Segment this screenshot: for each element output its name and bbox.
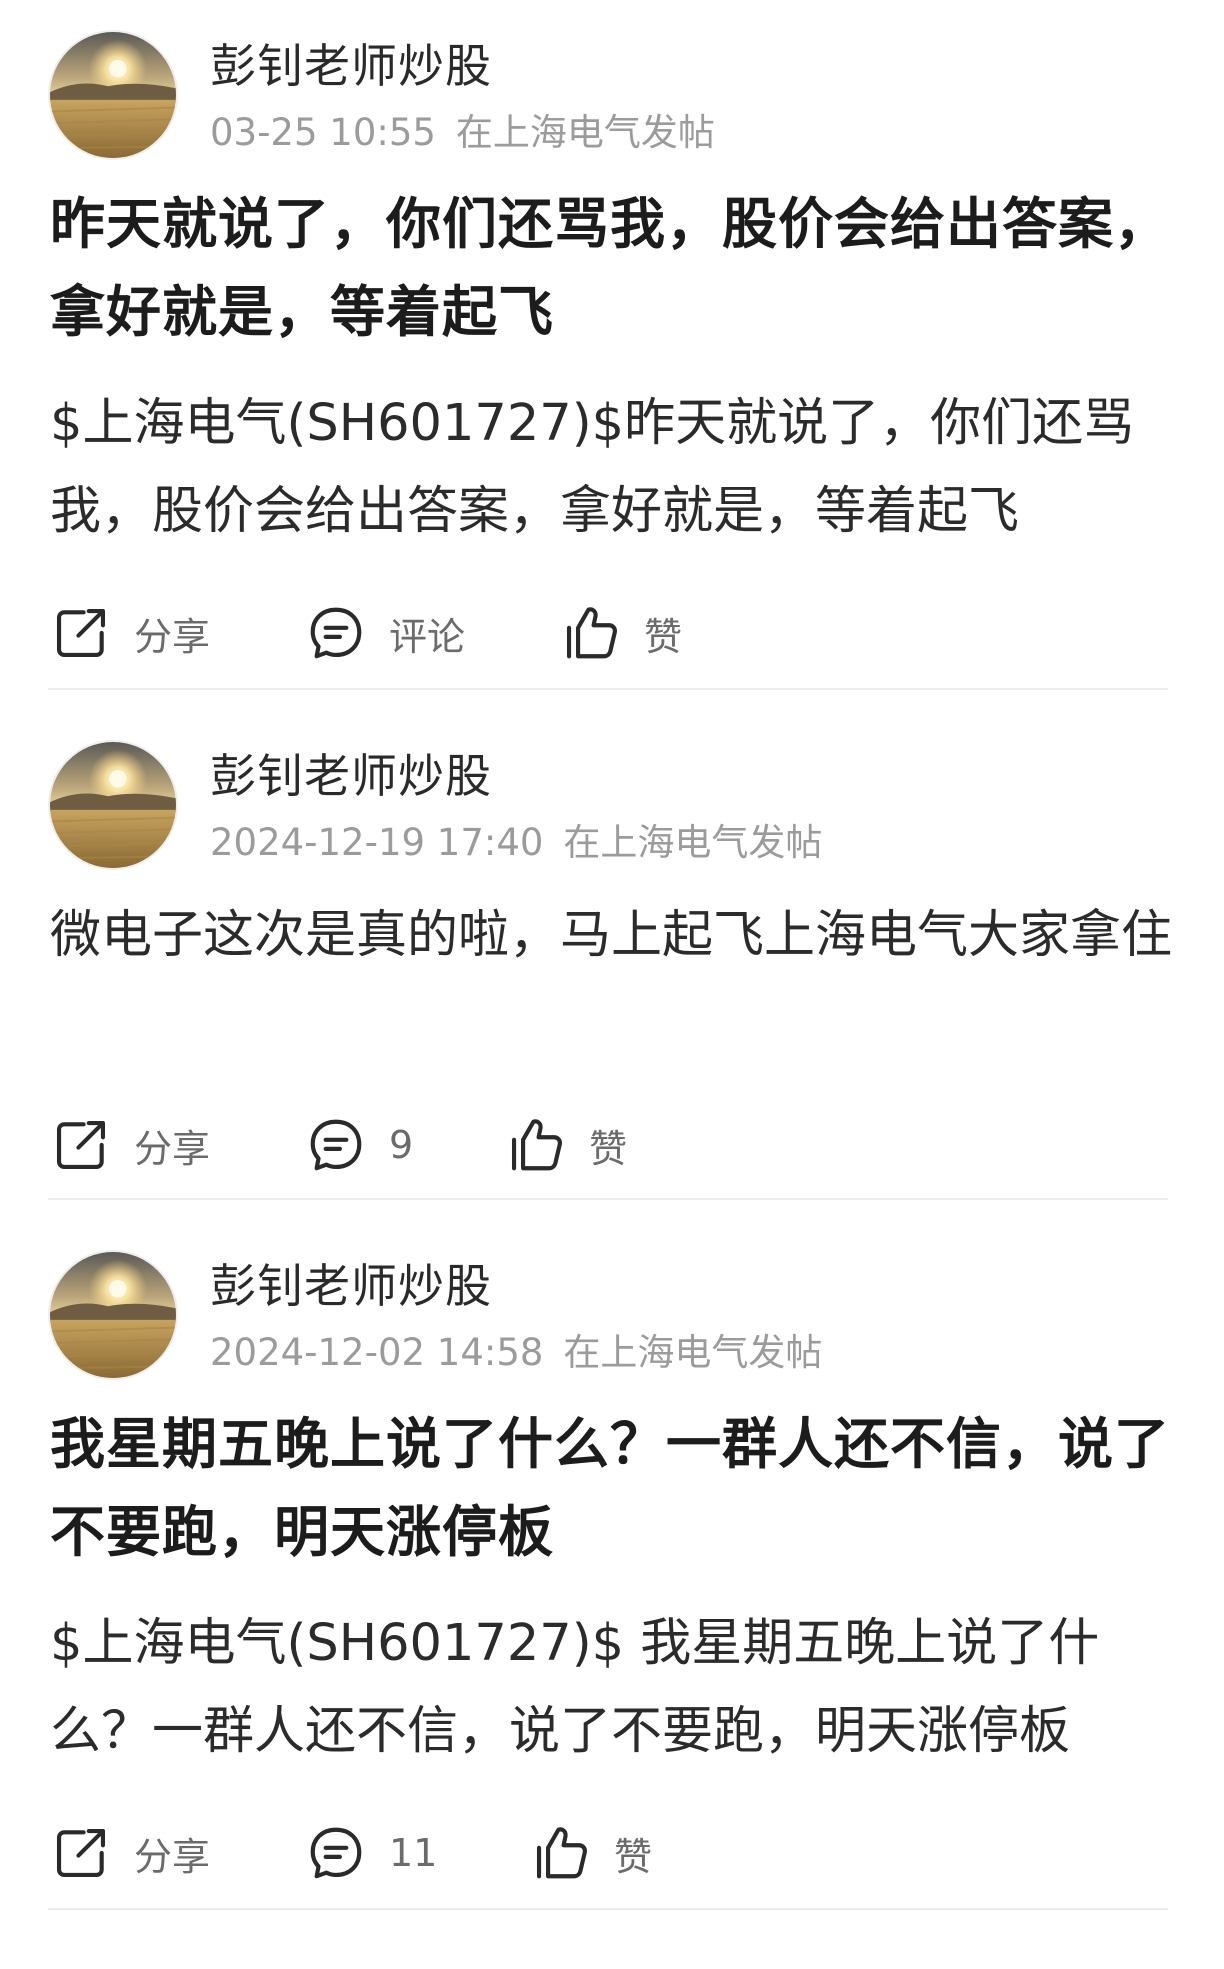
thumbs-up-icon	[566, 607, 617, 659]
author-name[interactable]: 彭钊老师炒股	[210, 1250, 492, 1316]
thumbs-up-icon	[536, 1827, 587, 1879]
comment-button[interactable]: 评论	[305, 598, 465, 668]
post-divider	[48, 688, 1168, 690]
post-body[interactable]: $上海电气(SH601727)$昨天就说了，你们还骂我，股价会给出答案，拿好就是…	[50, 380, 1180, 556]
comment-count: 9	[389, 1123, 414, 1167]
post-meta: 2024-12-19 17:40 在上海电气发帖	[210, 812, 822, 866]
avatar[interactable]	[48, 1250, 178, 1380]
comment-icon	[310, 1119, 362, 1171]
author-name[interactable]: 彭钊老师炒股	[210, 30, 492, 96]
post-time: 2024-12-19 17:40	[210, 821, 544, 864]
share-button[interactable]: 分享	[50, 1818, 210, 1888]
comment-button[interactable]: 11	[305, 1818, 437, 1888]
share-icon	[56, 608, 106, 658]
post-location[interactable]: 在上海电气发帖	[563, 821, 822, 864]
share-label: 分享	[134, 1126, 211, 1171]
share-button[interactable]: 分享	[50, 1110, 210, 1180]
post-meta: 03-25 10:55 在上海电气发帖	[210, 102, 715, 156]
like-label: 赞	[614, 1834, 653, 1879]
post-time: 03-25 10:55	[210, 111, 436, 154]
share-icon	[56, 1120, 106, 1170]
post-title[interactable]: 我星期五晚上说了什么？一群人还不信，说了不要跑，明天涨停板	[50, 1400, 1180, 1576]
avatar[interactable]	[48, 30, 178, 160]
share-label: 分享	[134, 614, 211, 659]
comment-icon	[310, 1827, 362, 1879]
like-label: 赞	[589, 1126, 628, 1171]
post-actions: 分享 11 赞	[50, 1818, 1180, 1888]
share-icon	[56, 1828, 106, 1878]
avatar-wheat-field-image	[50, 32, 176, 158]
post-divider	[48, 1198, 1168, 1200]
avatar[interactable]	[48, 740, 178, 870]
post-actions: 分享 评论 赞	[50, 598, 1180, 668]
like-button[interactable]: 赞	[505, 1110, 627, 1180]
post-meta: 2024-12-02 14:58 在上海电气发帖	[210, 1322, 822, 1376]
share-button[interactable]: 分享	[50, 598, 210, 668]
post-body[interactable]: 微电子这次是真的啦，马上起飞上海电气大家拿住	[50, 892, 1180, 980]
post-time: 2024-12-02 14:58	[210, 1331, 544, 1374]
post-location[interactable]: 在上海电气发帖	[563, 1331, 822, 1374]
post-body[interactable]: $上海电气(SH601727)$ 我星期五晚上说了什么？一群人还不信，说了不要跑…	[50, 1600, 1180, 1776]
comment-button[interactable]: 9	[305, 1110, 413, 1180]
post-feed: 彭钊老师炒股 03-25 10:55 在上海电气发帖 昨天就说了，你们还骂我，股价…	[0, 0, 1224, 1969]
author-name[interactable]: 彭钊老师炒股	[210, 740, 492, 806]
share-label: 分享	[134, 1834, 211, 1879]
comment-icon	[310, 607, 362, 659]
post-location[interactable]: 在上海电气发帖	[456, 111, 715, 154]
thumbs-up-icon	[511, 1119, 562, 1171]
avatar-wheat-field-image	[50, 1252, 176, 1378]
post-title[interactable]: 昨天就说了，你们还骂我，股价会给出答案，拿好就是，等着起飞	[50, 180, 1180, 356]
like-label: 赞	[644, 614, 683, 659]
like-button[interactable]: 赞	[560, 598, 682, 668]
avatar-wheat-field-image	[50, 742, 176, 868]
post-divider	[48, 1908, 1168, 1910]
post-actions: 分享 9 赞	[50, 1110, 1180, 1180]
like-button[interactable]: 赞	[530, 1818, 652, 1888]
comment-label: 评论	[389, 614, 466, 659]
comment-count: 11	[389, 1831, 438, 1875]
